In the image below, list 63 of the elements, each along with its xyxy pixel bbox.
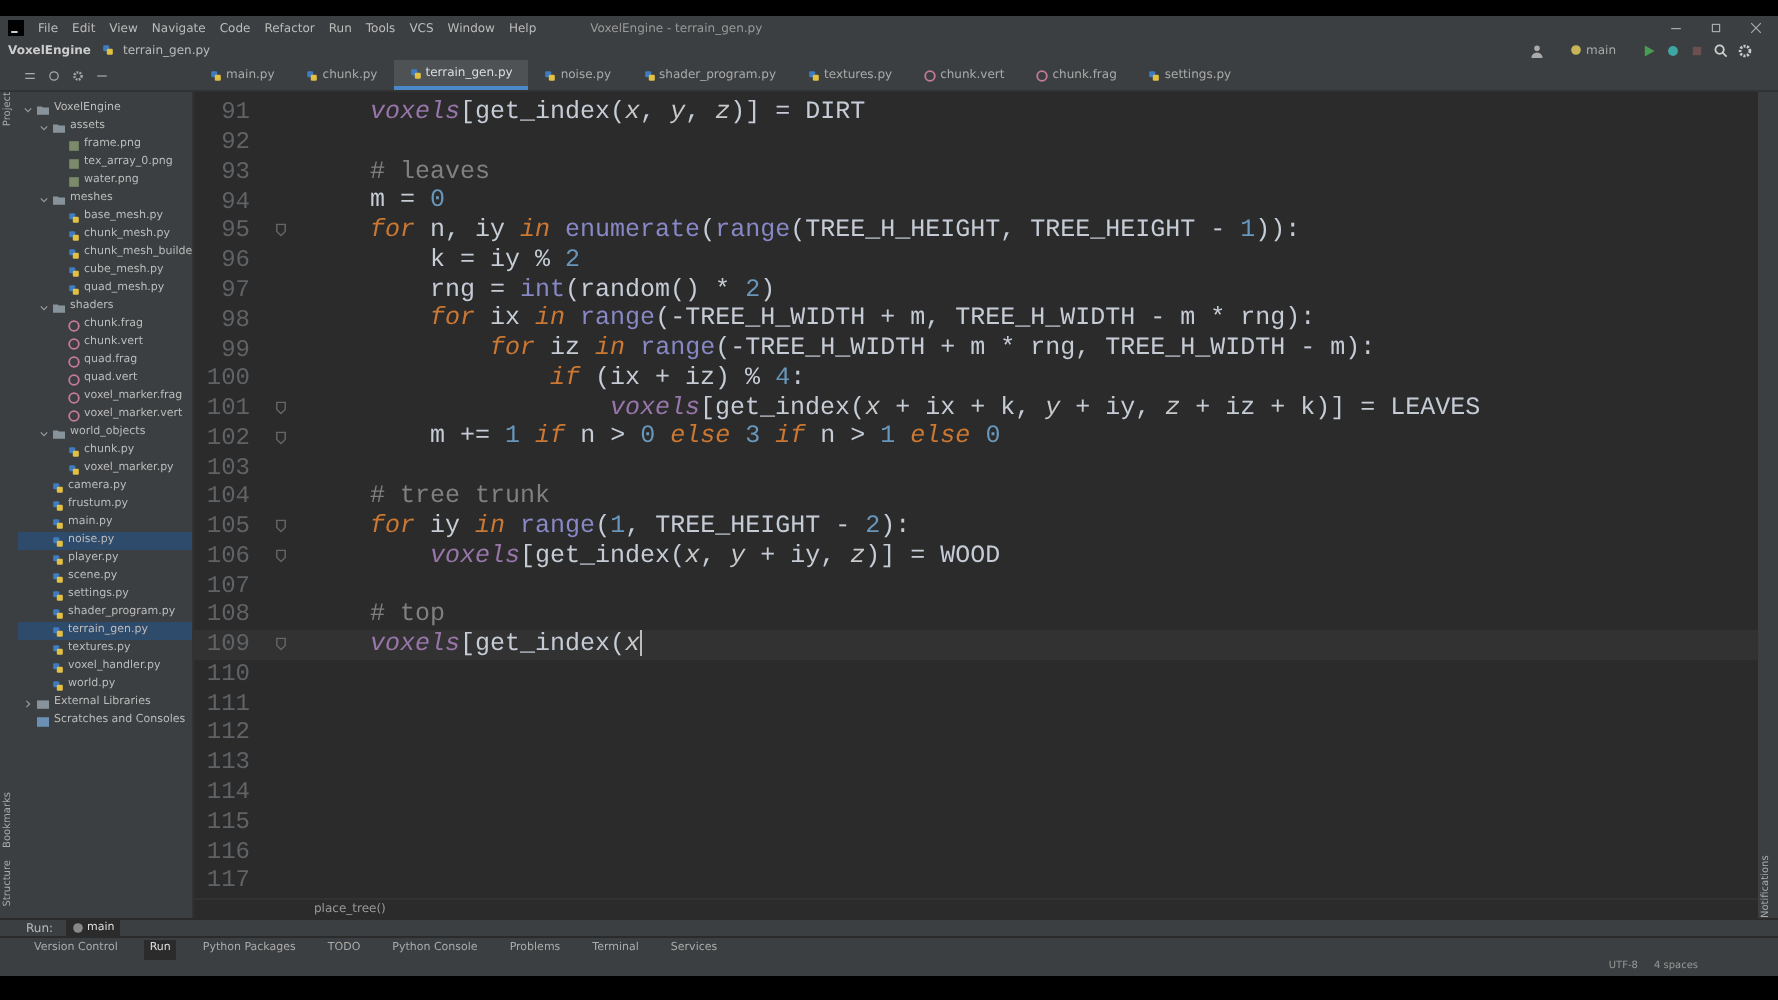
line-number: 95 <box>219 214 250 249</box>
settings-icon <box>1738 43 1752 57</box>
code-line: m = 0 <box>368 184 446 218</box>
line-number: 116 <box>204 835 250 870</box>
minimize-icon <box>96 69 108 81</box>
target-icon <box>48 69 60 81</box>
line-number: 114 <box>204 776 250 810</box>
code-line: voxels[get_index(x <box>368 627 643 662</box>
minimize-icon <box>1670 22 1682 34</box>
line-number: 93 <box>219 155 250 190</box>
code-line: rng = int(random() * 2) <box>428 273 776 306</box>
stop-icon <box>1690 43 1704 57</box>
line-number: 112 <box>204 716 250 751</box>
code-line: voxels[get_index(x, y + iy, z)] = WOOD <box>428 539 1001 573</box>
library-icon <box>36 697 50 709</box>
code-line: voxels[get_index(x, y, z)] = DIRT <box>368 96 866 131</box>
close-icon <box>1750 22 1762 34</box>
settings-icon <box>72 69 84 81</box>
code-line: m += 1 if n > 0 else 3 if n > 1 else 0 <box>428 420 1001 455</box>
code-line: for iy in range(1, TREE_HEIGHT - 2): <box>368 509 911 544</box>
line-number: 100 <box>204 362 250 397</box>
line-number: 99 <box>219 333 250 368</box>
code-line: voxels[get_index(x + ix + k, y + iy, z + iz + k)] = LEAVES <box>608 391 1481 424</box>
line-number: 105 <box>204 510 250 545</box>
code-line: for n, iy in enumerate(range(TREE_H_HEIGHT, TREE_HEIGHT - 1)): <box>368 214 1301 248</box>
app-logo-icon <box>8 20 24 36</box>
code-line: if (ix + iz) % 4: <box>548 361 806 396</box>
code-line: k = iy % 2 <box>428 243 581 278</box>
branch-icon <box>1570 44 1582 56</box>
line-number: 96 <box>219 244 250 279</box>
code-line: # tree trunk <box>368 479 551 514</box>
shader-file-icon <box>924 69 937 81</box>
line-number: 111 <box>204 687 250 722</box>
code-line: # leaves <box>368 155 491 189</box>
code-line: for iz in range(-TREE_H_WIDTH + m * rng, TREE_H_WIDTH - m): <box>488 332 1376 366</box>
shader-file-icon <box>1036 69 1049 81</box>
collapse-all-icon <box>24 69 36 81</box>
folder-icon <box>52 193 66 205</box>
line-number: 94 <box>219 185 250 220</box>
line-number: 98 <box>219 303 250 338</box>
line-number: 117 <box>204 864 250 899</box>
line-number: 107 <box>204 569 250 604</box>
debug-icon <box>1666 43 1680 57</box>
line-number: 92 <box>219 126 250 161</box>
line-number: 115 <box>204 805 250 840</box>
restore-icon <box>1710 22 1722 34</box>
line-number: 103 <box>204 451 250 486</box>
code-line: # top <box>368 598 446 632</box>
line-number: 91 <box>219 96 250 131</box>
line-number: 108 <box>204 598 250 633</box>
line-number: 97 <box>219 273 250 308</box>
code-line: for ix in range(-TREE_H_WIDTH + m, TREE_H_WIDTH - m * rng): <box>428 302 1316 336</box>
user-icon <box>1530 43 1544 57</box>
line-number: 104 <box>204 480 250 515</box>
line-number: 102 <box>204 421 250 456</box>
line-number: 101 <box>204 392 250 427</box>
line-number: 106 <box>204 539 250 574</box>
search-icon <box>1714 43 1728 57</box>
folder-icon <box>52 301 66 313</box>
console-icon <box>36 715 50 727</box>
line-number: 110 <box>204 657 250 692</box>
line-number: 113 <box>204 746 250 781</box>
folder-icon <box>52 427 66 439</box>
